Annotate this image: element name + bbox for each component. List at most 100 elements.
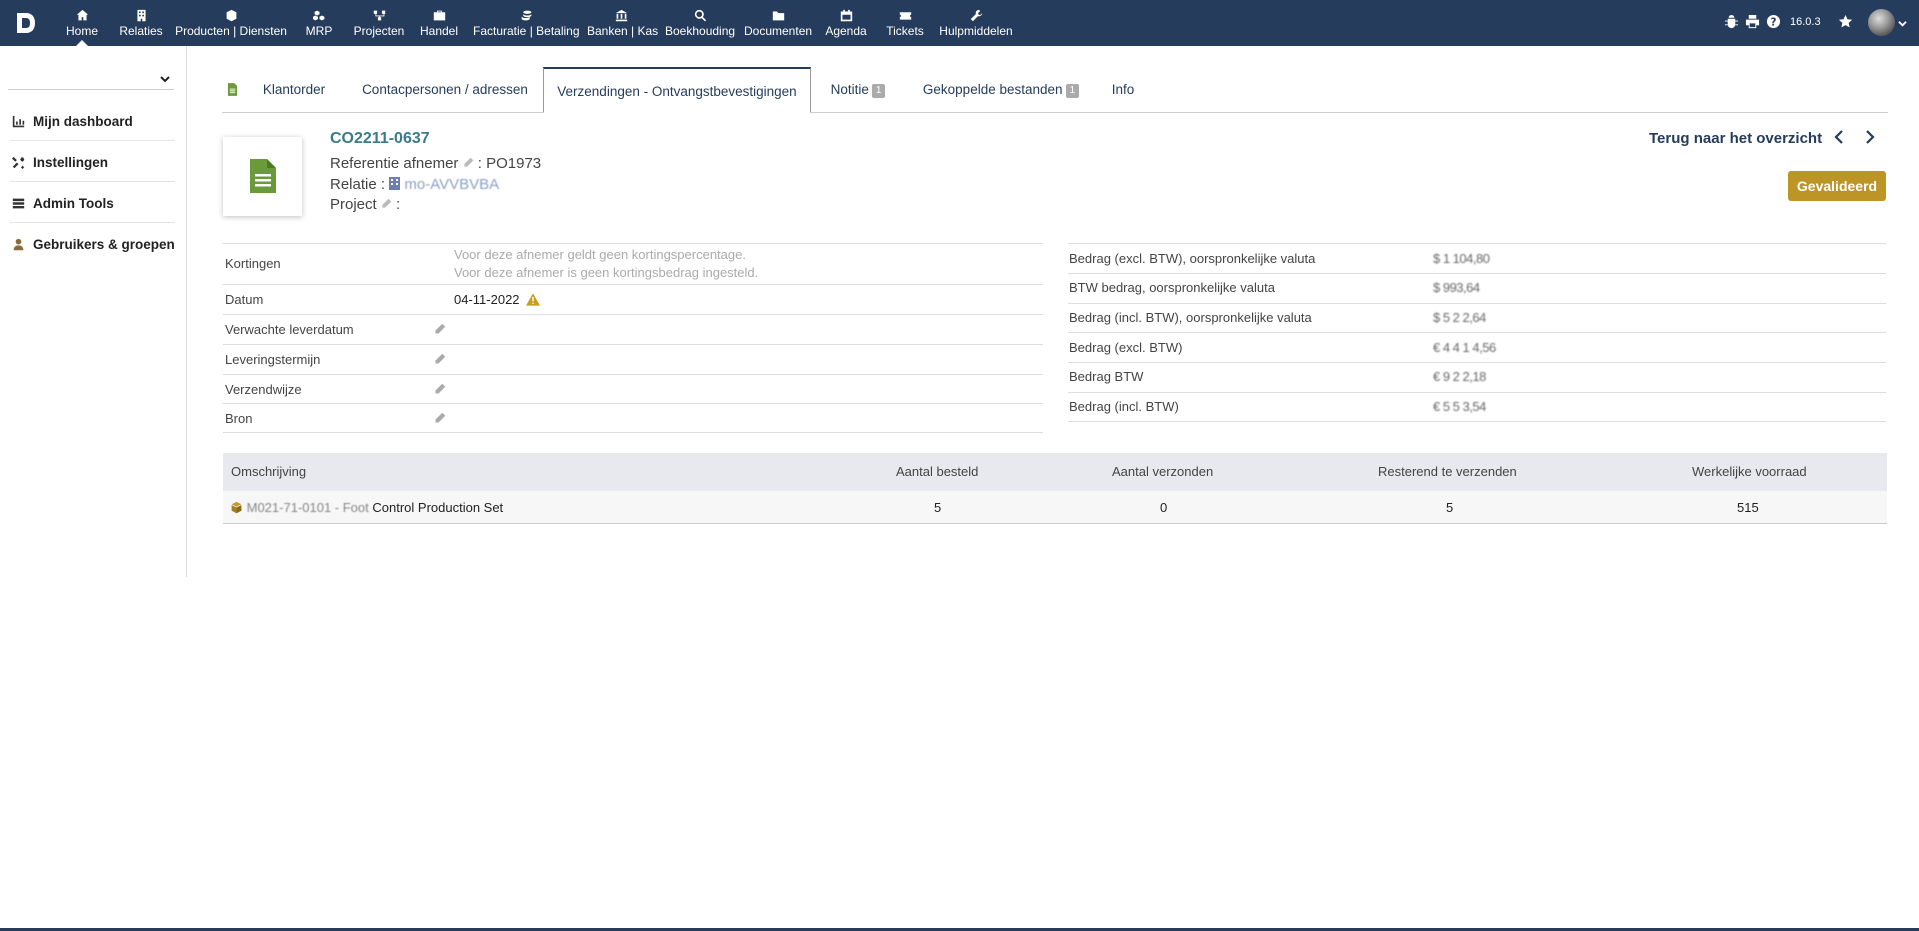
nav-label: Producten | Diensten [175, 24, 287, 38]
avatar[interactable] [1868, 9, 1895, 36]
pencil-icon[interactable] [434, 383, 446, 398]
nav-facturatie[interactable]: Facturatie | Betaling [473, 6, 580, 46]
chevron-down-icon[interactable] [1898, 16, 1907, 31]
user-icon [12, 238, 26, 252]
field-label: Project [330, 196, 377, 213]
sidebar-select[interactable] [8, 66, 174, 90]
column-header: Omschrijving [231, 464, 307, 479]
field-label: Verwachte leverdatum [225, 322, 354, 337]
amount-row: Bedrag (excl. BTW), oorspronkelijke valu… [1068, 243, 1886, 273]
nav-label: Facturatie | Betaling [473, 24, 580, 38]
sidebar-item-instellingen[interactable]: Instellingen [10, 142, 175, 182]
nav-banken[interactable]: Banken | Kas [587, 6, 658, 46]
field-value: 04-11-2022 [454, 292, 540, 307]
pencil-icon[interactable] [381, 196, 392, 213]
sidebar: Mijn dashboard Instellingen Admin Tools … [0, 46, 187, 577]
building-icon [389, 176, 401, 193]
nav-label: Projecten [353, 24, 405, 38]
nav-projecten[interactable]: Projecten [352, 6, 406, 46]
sidebar-item-dashboard[interactable]: Mijn dashboard [10, 101, 175, 141]
product-cell[interactable]: M021-71-0101 - Foot Control Production S… [230, 500, 503, 515]
qty-shipped: 0 [1160, 500, 1168, 515]
info-row-kortingen: Kortingen Voor deze afnemer geldt geen k… [223, 243, 1043, 284]
wrench-icon [939, 6, 1013, 24]
warning-icon [520, 292, 540, 307]
amount-label: Bedrag BTW [1069, 369, 1144, 384]
column-header: Resterend te verzenden [1378, 464, 1517, 479]
amount-value: $ 993,64 [1433, 280, 1480, 295]
count-badge: 1 [871, 84, 886, 98]
field-label: Relatie : [330, 176, 386, 193]
document-thumbnail [223, 137, 302, 216]
back-to-list-link[interactable]: Terug naar het overzicht [1649, 130, 1822, 147]
amount-value: € 4 4 1 4,56 [1433, 340, 1496, 355]
cubes-icon [304, 6, 334, 24]
nav-relaties[interactable]: Relaties [118, 6, 164, 46]
field-value: Voor deze afnemer geldt geen kortingsper… [454, 247, 746, 262]
tab-gekoppelde-bestanden[interactable]: Gekoppelde bestanden 1 [919, 67, 1083, 113]
nav-handel[interactable]: Handel [419, 6, 459, 46]
status-badge: Gevalideerd [1788, 171, 1886, 201]
nav-hulpmiddelen[interactable]: Hulpmiddelen [939, 6, 1013, 46]
building-icon [118, 6, 164, 24]
nav-home[interactable]: Home [64, 6, 100, 46]
document-icon [250, 159, 276, 193]
star-icon[interactable] [1838, 14, 1854, 30]
tab-notitie[interactable]: Notitie 1 [826, 67, 890, 113]
document-icon [227, 83, 238, 99]
nav-boekhouding[interactable]: Boekhouding [665, 6, 735, 46]
sidebar-item-admin-tools[interactable]: Admin Tools [10, 183, 175, 223]
tab-contactpersonen[interactable]: Contacpersonen / adressen [362, 67, 528, 113]
nav-agenda[interactable]: Agenda [825, 6, 867, 46]
coins-icon [473, 6, 579, 24]
tab-label: Contacpersonen / adressen [362, 82, 528, 97]
sidebar-item-label: Mijn dashboard [33, 114, 133, 129]
sidebar-item-label: Admin Tools [33, 196, 114, 211]
project: Project : [330, 196, 400, 213]
product-code: M021-71-0101 - Foot [246, 500, 369, 515]
table-header: Omschrijving Aantal besteld Aantal verzo… [223, 453, 1887, 491]
tools-icon [12, 156, 26, 170]
bug-icon[interactable] [1724, 14, 1740, 30]
previous-icon[interactable] [1834, 128, 1844, 149]
calendar-icon [825, 6, 867, 24]
chevron-down-icon [160, 72, 170, 87]
table-row: M021-71-0101 - Foot Control Production S… [223, 491, 1887, 524]
tab-klantorder[interactable]: Klantorder [260, 67, 328, 113]
nav-label: Tickets [886, 24, 924, 38]
qty-remaining: 5 [1446, 500, 1454, 515]
pencil-icon[interactable] [434, 412, 446, 427]
sidebar-item-gebruikers[interactable]: Gebruikers & groepen [10, 224, 175, 264]
field-label: Leveringstermijn [225, 352, 321, 367]
tab-info[interactable]: Info [1110, 67, 1136, 113]
cube-icon [230, 500, 243, 515]
pencil-icon[interactable] [434, 323, 446, 338]
relatie-link[interactable]: mo-AVVBVBA [404, 176, 499, 193]
nav-producten[interactable]: Producten | Diensten [175, 6, 287, 46]
nav-tickets[interactable]: Tickets [884, 6, 926, 46]
help-icon[interactable]: ? [1766, 14, 1782, 30]
print-icon[interactable] [1745, 14, 1761, 30]
dolibarr-logo[interactable] [14, 10, 38, 36]
amount-label: BTW bedrag, oorspronkelijke valuta [1069, 280, 1275, 295]
field-label: Verzendwijze [225, 382, 302, 397]
nav-label: Hulpmiddelen [939, 24, 1013, 38]
field-value: Voor deze afnemer is geen kortingsbedrag… [454, 265, 759, 280]
nav-label: Home [65, 24, 98, 38]
amount-label: Bedrag (excl. BTW), oorspronkelijke valu… [1069, 251, 1316, 266]
next-icon[interactable] [1865, 128, 1875, 149]
tab-label: Gekoppelde bestanden [922, 82, 1063, 97]
tab-verzendingen[interactable]: Verzendingen - Ontvangstbevestigingen [543, 67, 811, 113]
info-row-verzendwijze: Verzendwijze [223, 374, 1043, 403]
order-ref[interactable]: CO2211-0637 [330, 130, 430, 148]
pencil-icon[interactable] [434, 353, 446, 368]
amount-value: $ 1 104,80 [1433, 251, 1490, 266]
info-row-datum: Datum 04-11-2022 [223, 284, 1043, 314]
pencil-icon[interactable] [463, 155, 474, 172]
nav-label: MRP [305, 24, 333, 38]
amount-row: Bedrag BTW € 9 2 2,18 [1068, 362, 1886, 392]
version-label: 16.0.3 [1790, 16, 1821, 28]
nav-documenten[interactable]: Documenten [744, 6, 812, 46]
nav-mrp[interactable]: MRP [304, 6, 334, 46]
amount-value: $ 5 2 2,64 [1433, 310, 1486, 325]
